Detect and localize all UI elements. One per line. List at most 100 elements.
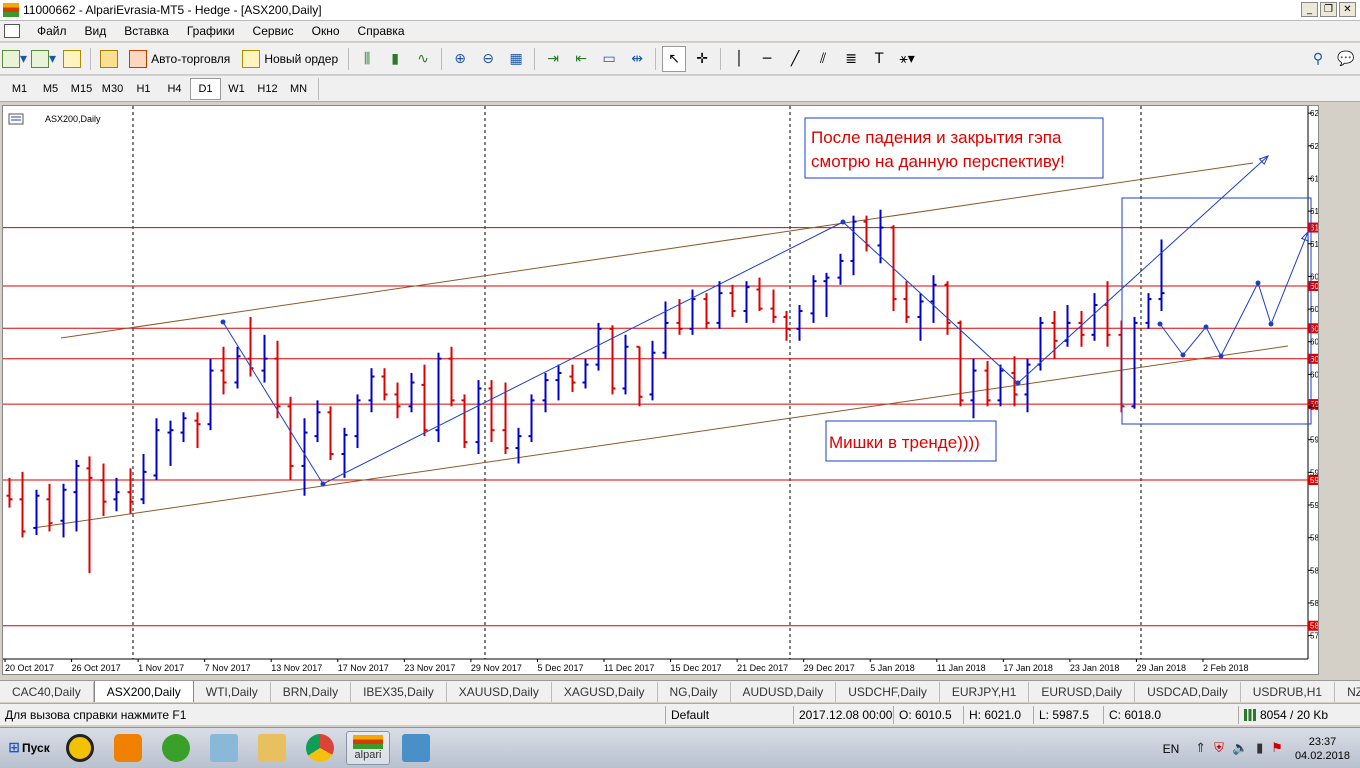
bar-chart-button[interactable]: ⫼ bbox=[355, 46, 379, 72]
taskbar-chrome[interactable] bbox=[298, 731, 342, 765]
chart-tab[interactable]: EURJPY,H1 bbox=[940, 682, 1030, 702]
cursor-button[interactable]: ↖ bbox=[662, 45, 687, 72]
flag-icon[interactable]: ⚑ bbox=[1271, 741, 1283, 756]
horizontal-levels[interactable]: 6140.06091.06055.56029.95991.95928.25805… bbox=[3, 222, 1318, 631]
taskbar-explorer[interactable] bbox=[250, 731, 294, 765]
speaker-icon[interactable]: 🔈 bbox=[1232, 741, 1248, 756]
ohlc-bar bbox=[461, 394, 468, 449]
ohlc-bar bbox=[716, 281, 723, 329]
vertical-line-button[interactable]: │ bbox=[727, 46, 751, 72]
annotation-top-box[interactable]: После падения и закрытия гэпа смотрю на … bbox=[804, 117, 1104, 179]
timeframe-m1[interactable]: M1 bbox=[4, 78, 35, 100]
timeframe-d1[interactable]: D1 bbox=[190, 77, 221, 100]
taskbar-media-player[interactable] bbox=[106, 731, 150, 765]
chart-tab[interactable]: XAGUSD,Daily bbox=[552, 682, 658, 702]
chart-tab[interactable]: BRN,Daily bbox=[271, 682, 352, 702]
chart-tab[interactable]: NZDUSD,D bbox=[1335, 682, 1360, 702]
trendline-button[interactable]: ╱ bbox=[783, 46, 807, 72]
focus-rectangle[interactable] bbox=[1121, 197, 1312, 425]
chart-tab[interactable]: IBEX35,Daily bbox=[351, 682, 447, 702]
chart-window[interactable]: 6140.06091.06055.56029.95991.95928.25805… bbox=[2, 105, 1319, 675]
wave-path-forecast[interactable] bbox=[1159, 231, 1309, 358]
menu-tools[interactable]: Сервис bbox=[244, 24, 303, 38]
indicators-button[interactable]: ▭ bbox=[597, 46, 621, 72]
search-icon[interactable]: ⚲ bbox=[1306, 46, 1330, 72]
channel-lower-line[interactable] bbox=[32, 345, 1289, 529]
equidistant-channel-button[interactable]: ⫽ bbox=[811, 46, 835, 72]
shapes-button[interactable]: ⚹▾ bbox=[895, 46, 919, 72]
taskbar-image-viewer[interactable] bbox=[394, 731, 438, 765]
timeframe-h12[interactable]: H12 bbox=[252, 78, 283, 100]
minimize-button[interactable]: _ bbox=[1301, 2, 1318, 17]
timeframe-h1[interactable]: H1 bbox=[128, 78, 159, 100]
timeframe-m15[interactable]: M15 bbox=[66, 78, 97, 100]
strategy-tester-button[interactable] bbox=[97, 46, 121, 72]
text-button[interactable]: T bbox=[867, 46, 891, 72]
start-button[interactable]: ⊞ Пуск bbox=[2, 731, 56, 765]
close-button[interactable]: ✕ bbox=[1339, 2, 1356, 17]
crosshair-button[interactable]: ✛ bbox=[690, 46, 714, 72]
menu-insert[interactable]: Вставка bbox=[115, 24, 178, 38]
chat-icon[interactable]: 💬 bbox=[1334, 46, 1358, 72]
channel-upper-line[interactable] bbox=[60, 162, 1254, 339]
chart-tab[interactable]: WTI,Daily bbox=[194, 682, 271, 702]
menu-window[interactable]: Окно bbox=[303, 24, 349, 38]
timeframe-m30[interactable]: M30 bbox=[97, 78, 128, 100]
chart-tab[interactable]: XAUUSD,Daily bbox=[447, 682, 552, 702]
annotation-bottom-box[interactable]: Мишки в тренде)))) bbox=[825, 420, 997, 462]
new-chart-button[interactable]: ▾ bbox=[2, 46, 27, 72]
security-icon[interactable]: ⛨ bbox=[1214, 741, 1224, 756]
document-icon[interactable] bbox=[4, 24, 20, 38]
auto-trading-button[interactable]: Авто-торговля bbox=[125, 46, 234, 72]
chart-tab[interactable]: NG,Daily bbox=[658, 682, 731, 702]
language-indicator[interactable]: EN bbox=[1163, 742, 1180, 756]
wave-lines[interactable] bbox=[220, 155, 1309, 487]
ohlc-bar bbox=[1145, 293, 1152, 329]
clock[interactable]: 23:37 04.02.2018 bbox=[1295, 735, 1350, 763]
menu-view[interactable]: Вид bbox=[76, 24, 116, 38]
taskbar-archicad[interactable] bbox=[58, 731, 102, 765]
chart-tab[interactable]: USDCHF,Daily bbox=[836, 682, 940, 702]
zoom-out-button[interactable]: ⊖ bbox=[476, 46, 500, 72]
trend-channel[interactable] bbox=[32, 162, 1289, 529]
fibonacci-button[interactable]: ≣ bbox=[839, 46, 863, 72]
timeframe-mn[interactable]: MN bbox=[283, 78, 314, 100]
candles-button[interactable]: ▮ bbox=[383, 46, 407, 72]
taskbar-alpari[interactable]: alpari bbox=[346, 731, 390, 765]
market-watch-button[interactable] bbox=[60, 46, 84, 72]
chart-tab[interactable]: EURUSD,Daily bbox=[1029, 682, 1136, 702]
timeframe-w1[interactable]: W1 bbox=[221, 78, 252, 100]
chart-shift-button[interactable]: ⇤ bbox=[569, 46, 593, 72]
tile-windows-button[interactable]: ▦ bbox=[504, 46, 528, 72]
annotation-top-line1: После падения и закрытия гэпа bbox=[811, 128, 1062, 147]
timeframe-m5[interactable]: M5 bbox=[35, 78, 66, 100]
restore-button[interactable]: ❐ bbox=[1320, 2, 1337, 17]
line-chart-button[interactable]: ∿ bbox=[411, 46, 435, 72]
auto-scroll-button[interactable]: ⇥ bbox=[541, 46, 565, 72]
price-chart[interactable]: 6140.06091.06055.56029.95991.95928.25805… bbox=[3, 106, 1318, 674]
chart-tab[interactable]: USDCAD,Daily bbox=[1135, 682, 1241, 702]
title-bar: 11000662 - AlpariEvrasia-MT5 - Hedge - [… bbox=[0, 0, 1360, 21]
wave-point bbox=[1015, 380, 1021, 386]
chart-tab[interactable]: USDRUB,H1 bbox=[1241, 682, 1336, 702]
horizontal-line-button[interactable]: ─ bbox=[755, 46, 779, 72]
tray-expand-icon[interactable]: ⇑ bbox=[1195, 741, 1206, 756]
chart-tab[interactable]: AUDUSD,Daily bbox=[731, 682, 837, 702]
timeframe-h4[interactable]: H4 bbox=[159, 78, 190, 100]
zoom-in-button[interactable]: ⊕ bbox=[448, 46, 472, 72]
profiles-icon bbox=[31, 49, 50, 68]
periods-button[interactable]: ⇹ bbox=[625, 46, 649, 72]
x-tick-label: 26 Oct 2017 bbox=[72, 663, 121, 673]
new-order-button[interactable]: Новый ордер bbox=[238, 46, 342, 72]
network-icon[interactable]: ▮ bbox=[1256, 741, 1263, 756]
chart-tab[interactable]: CAC40,Daily bbox=[0, 682, 94, 702]
menu-help[interactable]: Справка bbox=[349, 24, 414, 38]
ohlc-bar bbox=[421, 364, 428, 437]
menu-file[interactable]: Файл bbox=[28, 24, 76, 38]
profiles-button[interactable]: ▾ bbox=[31, 46, 56, 72]
menu-charts[interactable]: Графики bbox=[178, 24, 244, 38]
separator bbox=[318, 77, 319, 100]
taskbar-notepad[interactable] bbox=[202, 731, 246, 765]
chart-tab[interactable]: ASX200,Daily bbox=[93, 681, 194, 702]
taskbar-utorrent[interactable] bbox=[154, 731, 198, 765]
